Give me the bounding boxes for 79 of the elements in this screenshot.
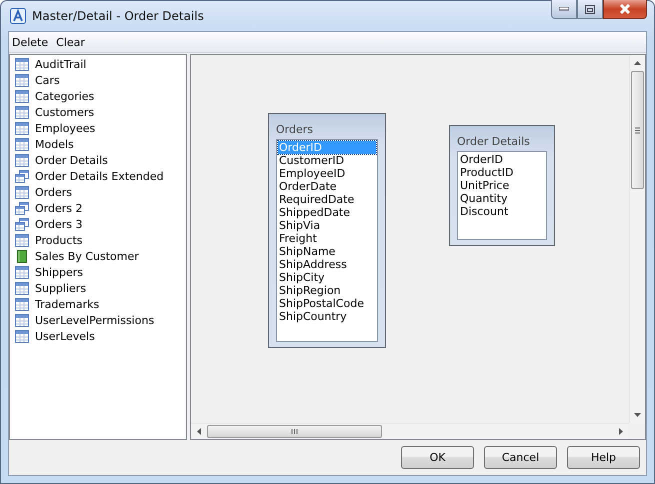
field-item[interactable]: Discount bbox=[459, 205, 545, 218]
field-item[interactable]: CustomerID bbox=[278, 154, 376, 167]
table-icon bbox=[15, 186, 29, 198]
dialog-button[interactable]: Help bbox=[567, 446, 640, 469]
table-panel[interactable]: Order Details OrderID ProductID UnitPrice Quantity Discount bbox=[449, 125, 555, 246]
table-icon bbox=[15, 234, 29, 246]
maximize-icon bbox=[585, 4, 595, 14]
dialog-button[interactable]: OK bbox=[401, 446, 474, 469]
field-item[interactable]: UnitPrice bbox=[459, 179, 545, 192]
table-icon bbox=[15, 106, 29, 118]
table-icon bbox=[15, 90, 29, 102]
list-item[interactable]: Customers bbox=[10, 104, 186, 120]
field-item[interactable]: EmployeeID bbox=[278, 167, 376, 180]
table-panel[interactable]: Orders OrderID CustomerID EmployeeID OrderDate RequiredDate ShippedDate ShipVia Freight ShipName ShipAddress ShipCity ShipRegion ShipPostalCode ShipCountry bbox=[268, 113, 386, 348]
list-item[interactable]: Trademarks bbox=[10, 296, 186, 312]
list-item[interactable]: Cars bbox=[10, 72, 186, 88]
field-item[interactable]: Freight bbox=[278, 232, 376, 245]
list-item[interactable]: Orders 2 bbox=[10, 200, 186, 216]
maximize-button[interactable] bbox=[577, 0, 603, 19]
menu-item[interactable]: Clear bbox=[56, 36, 85, 48]
table-icon bbox=[15, 74, 29, 86]
dialog-button[interactable]: Cancel bbox=[484, 446, 557, 469]
close-icon bbox=[619, 4, 631, 14]
list-item[interactable]: Orders 3 bbox=[10, 216, 186, 232]
list-item[interactable]: UserLevels bbox=[10, 328, 186, 344]
scroll-up-icon[interactable] bbox=[634, 61, 641, 65]
field-item[interactable]: ShippedDate bbox=[278, 206, 376, 219]
table-icon bbox=[15, 330, 29, 342]
table-icon bbox=[15, 282, 29, 294]
stacked-tables-icon bbox=[15, 202, 29, 214]
table-icon bbox=[15, 314, 29, 326]
scroll-thumb[interactable] bbox=[207, 425, 382, 438]
field-item[interactable]: ShipPostalCode bbox=[278, 297, 376, 310]
table-icon bbox=[15, 122, 29, 134]
scroll-left-icon[interactable] bbox=[197, 428, 201, 435]
field-item[interactable]: ShipCountry bbox=[278, 310, 376, 323]
field-item[interactable]: ShipVia bbox=[278, 219, 376, 232]
table-icon bbox=[15, 58, 29, 70]
list-item[interactable]: Products bbox=[10, 232, 186, 248]
field-item[interactable]: ProductID bbox=[459, 166, 545, 179]
list-item[interactable]: Shippers bbox=[10, 264, 186, 280]
list-item[interactable]: Suppliers bbox=[10, 280, 186, 296]
field-item[interactable]: OrderDate bbox=[278, 180, 376, 193]
window-title: Master/Detail - Order Details bbox=[32, 9, 205, 23]
minimize-icon bbox=[559, 7, 569, 11]
stacked-tables-icon bbox=[15, 218, 29, 230]
list-item[interactable]: Models bbox=[10, 136, 186, 152]
field-item[interactable]: RequiredDate bbox=[278, 193, 376, 206]
list-item[interactable]: Order Details bbox=[10, 152, 186, 168]
table-title: Order Details bbox=[457, 135, 531, 148]
vertical-scrollbar[interactable] bbox=[629, 55, 645, 423]
table-icon bbox=[15, 298, 29, 310]
list-item[interactable]: Sales By Customer bbox=[10, 248, 186, 264]
scroll-right-icon[interactable] bbox=[619, 428, 623, 435]
list-item[interactable]: AuditTrail bbox=[10, 56, 186, 72]
field-item[interactable]: ShipAddress bbox=[278, 258, 376, 271]
list-item[interactable]: Categories bbox=[10, 88, 186, 104]
list-item[interactable]: Order Details Extended bbox=[10, 168, 186, 184]
field-item[interactable]: OrderID bbox=[459, 153, 545, 166]
horizontal-scrollbar[interactable] bbox=[191, 423, 629, 439]
table-title: Orders bbox=[276, 123, 314, 136]
scroll-down-icon[interactable] bbox=[634, 413, 641, 417]
list-item[interactable]: UserLevelPermissions bbox=[10, 312, 186, 328]
field-item[interactable]: ShipRegion bbox=[278, 284, 376, 297]
scroll-thumb[interactable] bbox=[631, 71, 644, 189]
table-icon bbox=[15, 266, 29, 278]
menu-item[interactable]: Delete bbox=[12, 36, 48, 48]
app-icon bbox=[10, 8, 26, 24]
list-item[interactable]: Employees bbox=[10, 120, 186, 136]
table-icon bbox=[15, 154, 29, 166]
minimize-button[interactable] bbox=[551, 0, 577, 19]
book-icon bbox=[15, 250, 29, 262]
field-item[interactable]: ShipCity bbox=[278, 271, 376, 284]
field-item[interactable]: ShipName bbox=[278, 245, 376, 258]
table-icon bbox=[15, 138, 29, 150]
close-button[interactable] bbox=[603, 0, 647, 19]
field-item[interactable]: Quantity bbox=[459, 192, 545, 205]
stacked-tables-icon bbox=[15, 170, 29, 182]
list-item[interactable]: Orders bbox=[10, 184, 186, 200]
